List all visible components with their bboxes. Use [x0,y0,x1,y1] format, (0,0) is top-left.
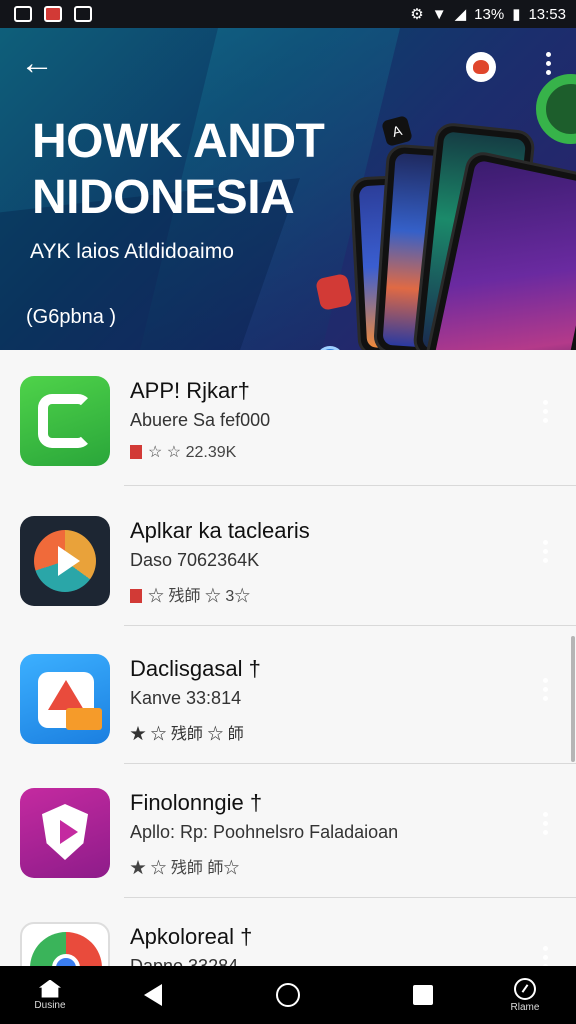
nav-recents-button[interactable] [408,966,438,1024]
nav-home-label: Dusine [34,999,66,1011]
hero-title: HOWK ANDT NIDONESIA [32,114,372,226]
app-description: Daso 7062364K [130,550,260,570]
list-item[interactable]: Aplkar ka taclearis Daso 7062364K ☆ 残師 ☆… [0,490,576,626]
clock: 13:53 [528,5,566,23]
signal-icon: ◢ [454,6,467,23]
app-description: Apllo: Rp: Poohnelsro Faladaioan [130,822,399,842]
notification-icons [14,6,92,22]
navigation-bar: Dusine Rlame [0,966,576,1024]
app-rating: ★ ☆ 残師 ☆ 師 [130,720,244,744]
app-name: APP! Rjkar† [130,378,250,403]
app-name: Apkoloreal † [130,924,253,949]
app-rating: ☆ ☆ 22.39K [130,442,236,462]
arrow-left-icon: ← [20,44,54,82]
notification-app-icon [14,6,32,22]
square-recent-icon [413,985,433,1005]
overflow-menu-button[interactable] [538,52,558,82]
app-name: Daclisgasal † [130,656,261,681]
list-item[interactable]: Daclisgasal † Kanve 33:814 ★ ☆ 残師 ☆ 師 [0,628,576,764]
notification-calendar-icon [74,6,92,22]
triangle-back-icon [144,984,162,1006]
badge-icon [473,60,489,74]
hero-subtitle: AYK laios Atldidoaimo [30,240,234,263]
scrollbar[interactable] [571,636,575,762]
notification-alert-icon [44,6,62,22]
app-name: Finolonngie † [130,790,263,815]
nav-home-button[interactable] [272,966,304,1024]
system-indicators: ⚙ ▼ ◢ 13% ▮ 13:53 [410,5,566,24]
app-icon [20,654,110,744]
profile-badge[interactable] [466,52,496,82]
circle-home-icon [276,983,300,1007]
hero-banner: A ← HOWK ANDT NIDONESIA AYK laios Atldid… [0,28,576,350]
app-icon [20,376,110,466]
list-item[interactable]: APP! Rjkar† Abuere Sa fef000 ☆ ☆ 22.39K [0,350,576,486]
item-more-button[interactable] [534,812,556,848]
rating-text: ★ ☆ 残師 ☆ 師 [130,726,244,743]
nav-last-tab[interactable]: Rlame [500,966,550,1024]
app-description: Dapno 33284 [130,956,239,966]
hero-title-line1: HOWK ANDT [32,115,325,168]
list-item[interactable]: Apkoloreal † Dapno 33284 [0,896,576,966]
hero-title-line2: NIDONESIA [32,171,295,224]
app-rating: ☆ 残師 ☆ 3☆ [130,582,250,606]
settings-gear-icon: ⚙ [410,6,424,23]
flag-icon [130,445,142,459]
app-icon [20,922,110,966]
back-button[interactable]: ← [20,46,60,82]
gauge-icon [514,977,536,1000]
item-more-button[interactable] [534,678,556,714]
nav-back-button[interactable] [138,966,168,1024]
decorative-ring [536,74,576,144]
rating-text: ☆ ☆ 22.39K [148,444,237,461]
item-more-button[interactable] [534,400,556,436]
app-name: Aplkar ka taclearis [130,518,310,543]
app-description: Abuere Sa fef000 [130,410,271,430]
app-screen: ⚙ ▼ ◢ 13% ▮ 13:53 A ← HOWK ANDT NIDONESI… [0,0,576,1024]
list-item[interactable]: Finolonngie † Apllo: Rp: Poohnelsro Fala… [0,762,576,898]
floating-app-icon: A [381,115,413,147]
item-more-button[interactable] [534,540,556,576]
app-description: Kanve 33:814 [130,688,242,708]
flag-icon [130,589,142,603]
app-list: APP! Rjkar† Abuere Sa fef000 ☆ ☆ 22.39K … [0,350,576,966]
floating-app-icon [315,273,353,311]
divider [124,625,576,626]
battery-percent: 13% [474,5,505,23]
nav-home-tab[interactable]: Dusine [22,966,78,1024]
app-icon [20,788,110,878]
status-bar: ⚙ ▼ ◢ 13% ▮ 13:53 [0,0,576,28]
home-icon [39,979,61,998]
wifi-icon: ▼ [431,5,447,23]
app-rating: ★ ☆ 残師 師☆ [130,854,239,878]
item-more-button[interactable] [534,946,556,966]
hero-count: (G6pbna ) [26,306,117,328]
divider [124,485,576,486]
rating-text: ☆ 残師 ☆ 3☆ [148,588,251,605]
rating-text: ★ ☆ 残師 師☆ [130,860,240,877]
nav-last-label: Rlame [510,1001,540,1013]
app-icon [20,516,110,606]
battery-icon: ▮ [512,6,521,23]
